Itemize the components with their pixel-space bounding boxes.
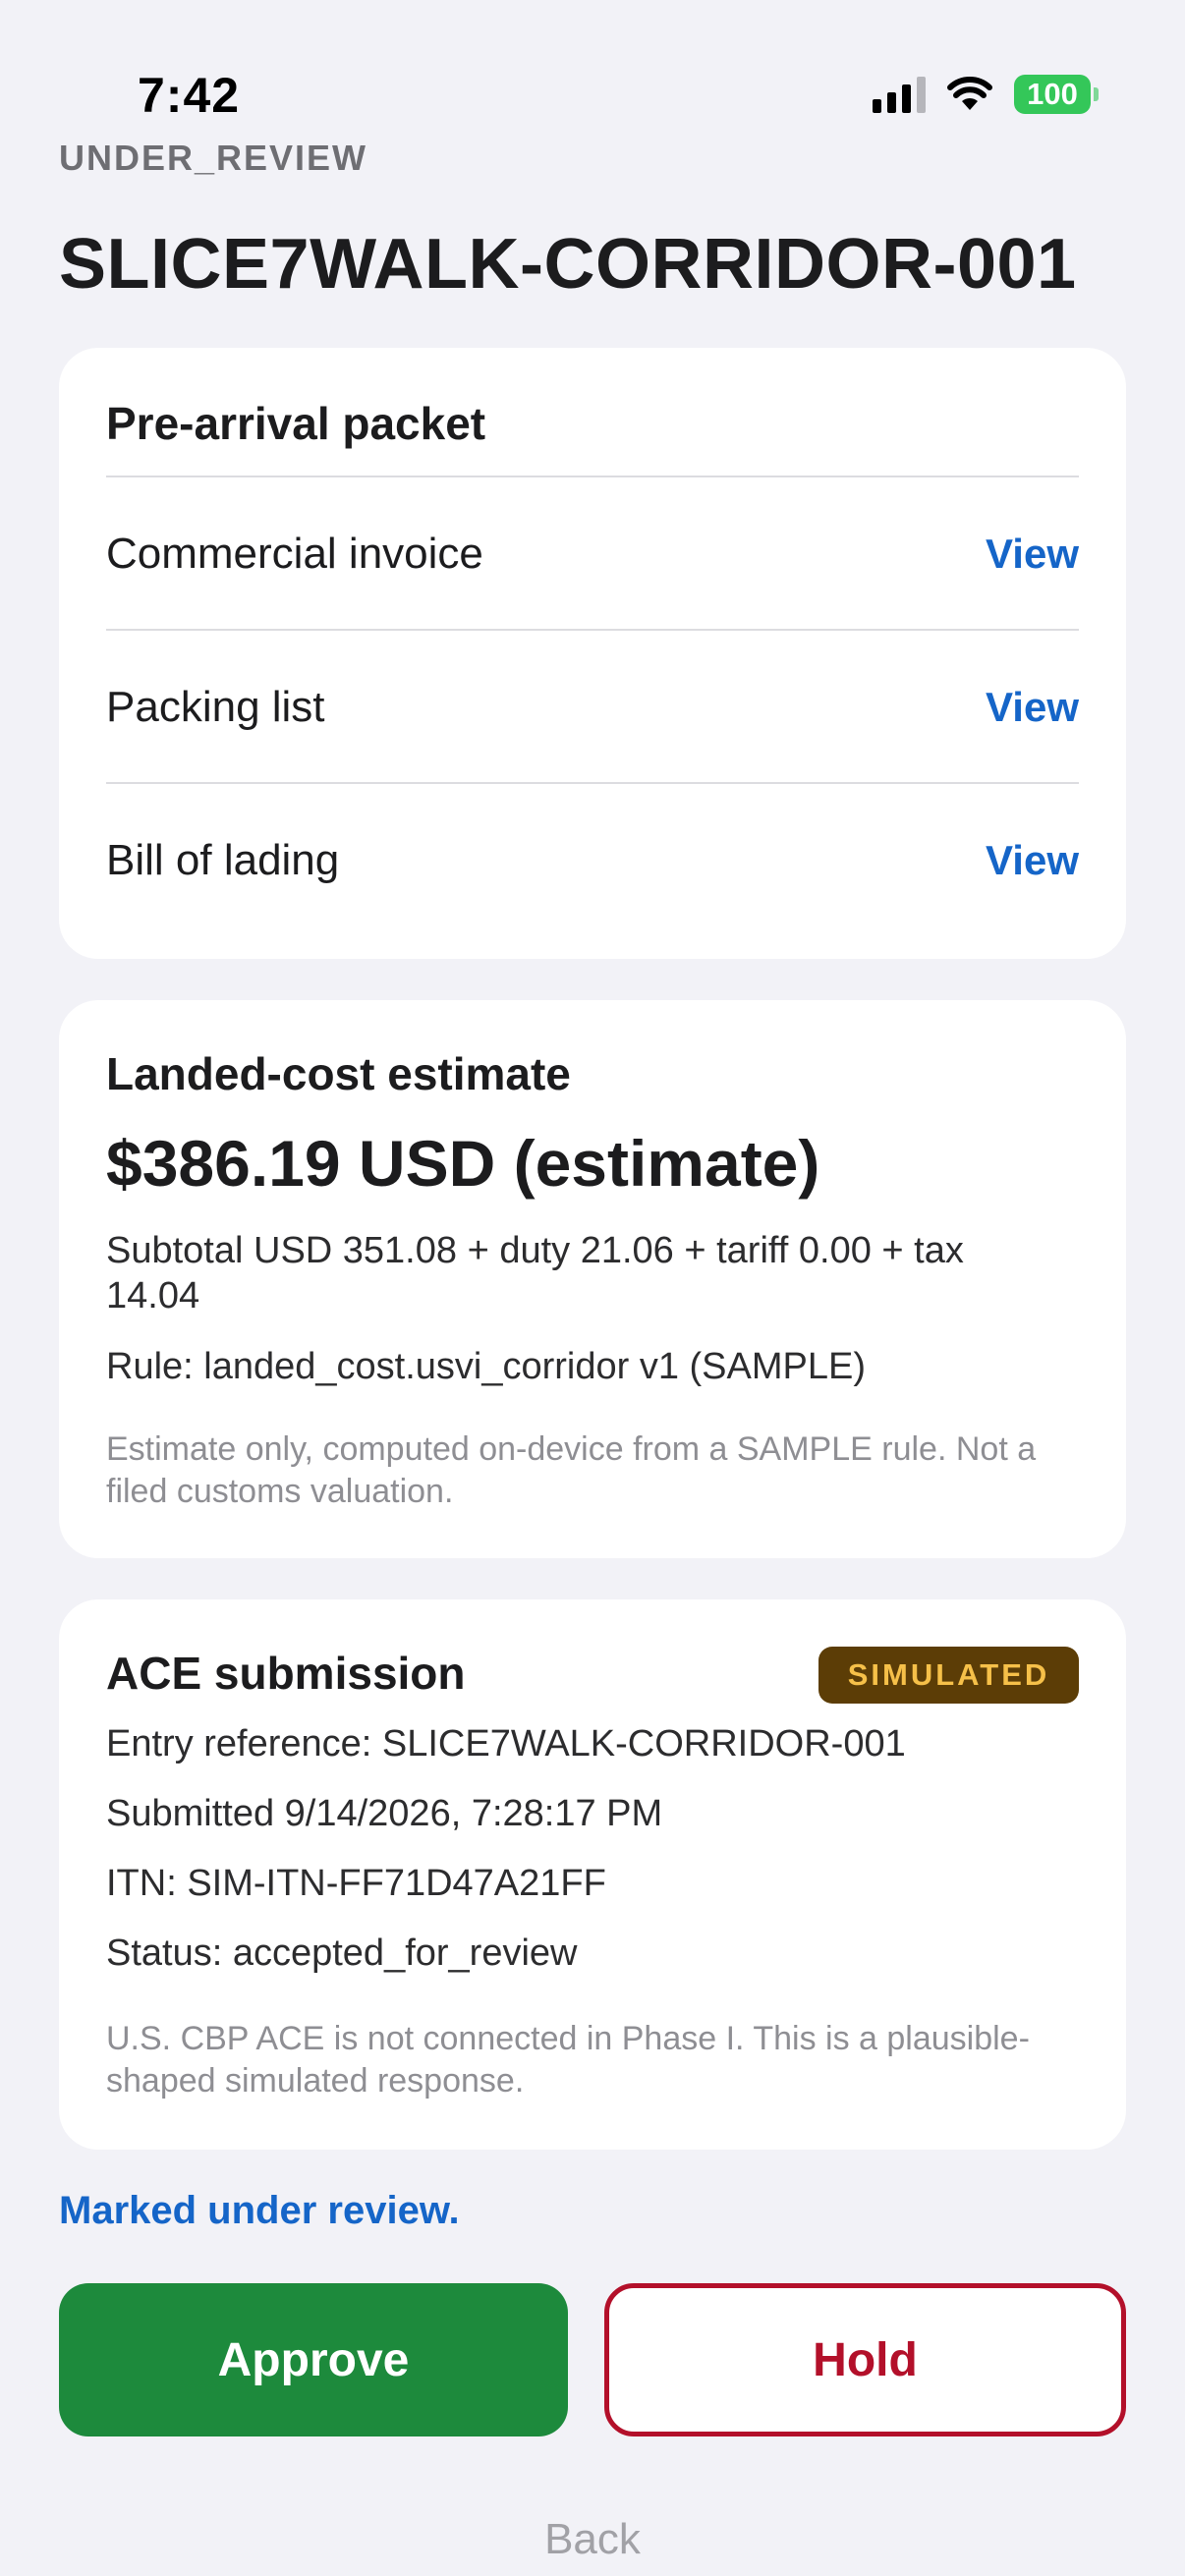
battery-level: 100 [1014,75,1091,114]
hold-button[interactable]: Hold [604,2283,1126,2436]
pre-arrival-packet-card: Pre-arrival packet Commercial invoice Vi… [59,348,1126,959]
back-button[interactable]: Back [0,2515,1185,2564]
document-row-packing-list: Packing list View [106,631,1079,784]
document-label: Packing list [106,683,325,731]
card-title: ACE submission [106,1648,466,1699]
status-bar: 7:42 100 [0,0,1185,138]
document-label: Bill of lading [106,836,340,884]
itn-value: ITN: SIM-ITN-FF71D47A21FF [106,1863,606,1904]
ace-disclaimer: U.S. CBP ACE is not connected in Phase I… [106,2020,1030,2100]
cellular-signal-icon [873,76,926,113]
battery-icon: 100 [1014,75,1099,114]
document-row-commercial-invoice: Commercial invoice View [106,477,1079,631]
status-icons: 100 [873,75,1099,114]
submission-status: Status: accepted_for_review [106,1932,578,1974]
wifi-icon [947,77,992,112]
view-bill-of-lading-link[interactable]: View [986,837,1079,884]
entry-reference: Entry reference: SLICE7WALK-CORRIDOR-001 [106,1723,906,1764]
document-row-bill-of-lading: Bill of lading View [106,784,1079,937]
cost-rule: Rule: landed_cost.usvi_corridor v1 (SAMP… [106,1346,867,1387]
cost-disclaimer: Estimate only, computed on-device from a… [106,1430,1037,1510]
screen: 7:42 100 UNDER_REVIEW SLICE7WALK-CORRIDO… [0,0,1185,2576]
page-title: SLICE7WALK-CORRIDOR-001 [59,225,1077,304]
card-title: Pre-arrival packet [106,398,486,449]
cost-breakdown: Subtotal USD 351.08 + duty 21.06 + tarif… [106,1230,964,1316]
review-status-message: Marked under review. [59,2189,460,2232]
landed-cost-card: Landed-cost estimate $386.19 USD (estima… [59,1000,1126,1558]
view-packing-list-link[interactable]: View [986,684,1079,731]
ace-submission-card: ACE submission SIMULATED Entry reference… [59,1599,1126,2150]
simulated-badge: SIMULATED [818,1647,1079,1704]
approve-button[interactable]: Approve [59,2283,568,2436]
submitted-timestamp: Submitted 9/14/2026, 7:28:17 PM [106,1793,663,1834]
entry-status-label: UNDER_REVIEW [59,138,368,178]
landed-cost-amount: $386.19 USD (estimate) [106,1127,820,1200]
view-commercial-invoice-link[interactable]: View [986,531,1079,578]
card-title: Landed-cost estimate [106,1048,571,1099]
document-label: Commercial invoice [106,530,483,578]
status-time: 7:42 [138,68,241,123]
